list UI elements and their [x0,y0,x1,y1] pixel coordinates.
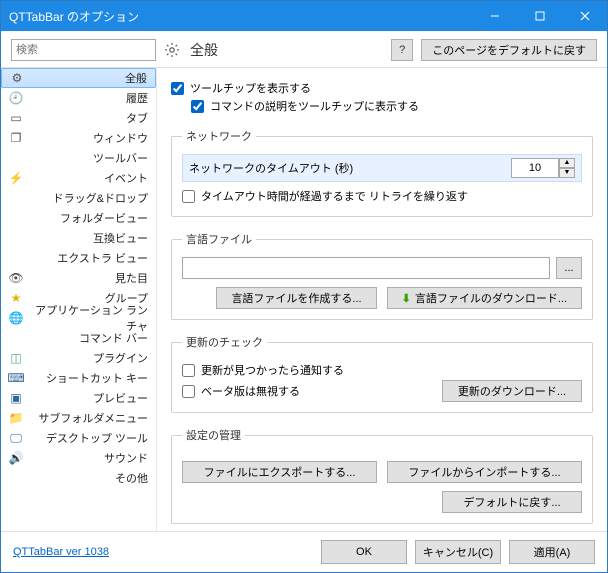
window-title: QTTabBar のオプション [9,8,472,25]
header-row: 全般 ? このページをデフォルトに戻す [1,31,607,68]
langfile-legend: 言語ファイル [182,231,256,247]
gear-icon [164,42,182,58]
langfile-browse-button[interactable]: ... [556,257,582,279]
sidebar-item-shortcuts[interactable]: ⌨ショートカット キー [1,368,156,388]
chk-notify-row: 更新が見つかったら通知する [182,362,582,378]
spin-up-button[interactable]: ▲ [559,158,575,168]
settings-import-button[interactable]: ファイルからインポートする... [387,461,582,483]
chk-ignore-beta-row: ベータ版は無視する [182,383,442,399]
globe-icon: 🌐 [5,311,27,325]
preview-icon: ▣ [5,391,27,405]
chk-ignore-beta-label: ベータ版は無視する [201,383,300,399]
window-icon: ❐ [5,131,27,145]
updates-group: 更新のチェック 更新が見つかったら通知する ベータ版は無視する 更新のダウンロー… [171,334,593,413]
gear-icon: ⚙ [6,71,28,85]
body: ⚙全般 🕘履歴 ▭タブ ❐ウィンドウ ツールバー ⚡イベント ドラッグ&ドロップ… [1,68,607,531]
sidebar-item-tab[interactable]: ▭タブ [1,108,156,128]
plugin-icon: ◫ [5,351,27,365]
chk-tooltip-desc[interactable] [191,100,204,113]
ok-button[interactable]: OK [321,540,407,564]
keyboard-icon: ⌨ [5,371,27,385]
search-input[interactable] [11,39,156,61]
sidebar-item-preview[interactable]: ▣プレビュー [1,388,156,408]
chk-notify-updates[interactable] [182,364,195,377]
langfile-input[interactable] [182,257,550,279]
sidebar-item-events[interactable]: ⚡イベント [1,168,156,188]
cancel-button[interactable]: キャンセル(C) [415,540,501,564]
sidebar-item-commandbar[interactable]: コマンド バー [1,328,156,348]
sidebar-item-dragdrop[interactable]: ドラッグ&ドロップ [1,188,156,208]
page-title: 全般 [190,40,383,60]
chk-tooltip-desc-row: コマンドの説明をツールチップに表示する [191,98,593,114]
maximize-button[interactable] [517,1,562,31]
version-link[interactable]: QTTabBar ver 1038 [13,546,313,558]
settings-reset-button[interactable]: デフォルトに戻す... [442,491,582,513]
sidebar-item-plugins[interactable]: ◫プラグイン [1,348,156,368]
sidebar-item-folderview[interactable]: フォルダービュー [1,208,156,228]
timeout-spinner: ▲ ▼ [511,158,575,178]
download-arrow-icon: ⬇ [402,292,411,305]
settings-group: 設定の管理 ファイルにエクスポートする... ファイルからインポートする... … [171,427,593,524]
close-button[interactable] [562,1,607,31]
star-icon: ★ [5,291,27,305]
settings-legend: 設定の管理 [182,427,245,443]
langfile-group: 言語ファイル ... 言語ファイルを作成する... ⬇言語ファイルのダウンロード… [171,231,593,320]
minimize-button[interactable] [472,1,517,31]
tab-icon: ▭ [5,111,27,125]
timeout-row: ネットワークのタイムアウト (秒) ▲ ▼ [182,154,582,182]
sidebar: ⚙全般 🕘履歴 ▭タブ ❐ウィンドウ ツールバー ⚡イベント ドラッグ&ドロップ… [1,68,157,531]
eye-icon: 👁 [5,271,27,285]
sidebar-item-history[interactable]: 🕘履歴 [1,88,156,108]
chk-retry[interactable] [182,190,195,203]
sound-icon: 🔊 [5,451,27,465]
sidebar-item-appearance[interactable]: 👁見た目 [1,268,156,288]
sidebar-item-compatview[interactable]: 互換ビュー [1,228,156,248]
sidebar-item-launcher[interactable]: 🌐アプリケーション ランチャ [1,308,156,328]
sidebar-item-subfolder[interactable]: 📁サブフォルダメニュー [1,408,156,428]
clock-icon: 🕘 [5,91,27,105]
help-button[interactable]: ? [391,39,413,61]
network-legend: ネットワーク [182,128,256,144]
timeout-label: ネットワークのタイムアウト (秒) [189,160,511,176]
chk-retry-label: タイムアウト時間が経過するまで リトライを繰り返す [201,188,468,204]
chk-ignore-beta[interactable] [182,385,195,398]
settings-export-button[interactable]: ファイルにエクスポートする... [182,461,377,483]
footer: QTTabBar ver 1038 OK キャンセル(C) 適用(A) [1,531,607,572]
network-group: ネットワーク ネットワークのタイムアウト (秒) ▲ ▼ タイムアウト時間が経過… [171,128,593,217]
updates-legend: 更新のチェック [182,334,267,350]
chk-show-tooltips[interactable] [171,82,184,95]
updates-download-button[interactable]: 更新のダウンロード... [442,380,582,402]
spin-down-button[interactable]: ▼ [559,168,575,178]
chk-notify-label: 更新が見つかったら通知する [201,362,344,378]
sidebar-item-general[interactable]: ⚙全般 [1,68,156,88]
chk-show-tooltips-label: ツールチップを表示する [190,80,311,96]
chk-show-tooltips-row: ツールチップを表示する [171,80,593,96]
sidebar-item-misc[interactable]: その他 [1,468,156,488]
sidebar-item-desktop[interactable]: 🖵デスクトップ ツール [1,428,156,448]
sidebar-item-sound[interactable]: 🔊サウンド [1,448,156,468]
apply-button[interactable]: 適用(A) [509,540,595,564]
langfile-download-button[interactable]: ⬇言語ファイルのダウンロード... [387,287,582,309]
reset-page-button[interactable]: このページをデフォルトに戻す [421,39,597,61]
timeout-input[interactable] [511,158,559,178]
chk-retry-row: タイムアウト時間が経過するまで リトライを繰り返す [182,188,582,204]
folder-icon: 📁 [5,411,27,425]
monitor-icon: 🖵 [5,431,27,446]
options-window: QTTabBar のオプション 全般 ? このページをデフォルトに戻す ⚙全般 … [0,0,608,573]
sidebar-item-extraview[interactable]: エクストラ ビュー [1,248,156,268]
titlebar: QTTabBar のオプション [1,1,607,31]
sidebar-item-window[interactable]: ❐ウィンドウ [1,128,156,148]
langfile-create-button[interactable]: 言語ファイルを作成する... [216,287,376,309]
sidebar-item-toolbar[interactable]: ツールバー [1,148,156,168]
content-panel: ツールチップを表示する コマンドの説明をツールチップに表示する ネットワーク ネ… [157,68,607,531]
bolt-icon: ⚡ [5,171,27,185]
chk-tooltip-desc-label: コマンドの説明をツールチップに表示する [210,98,419,114]
